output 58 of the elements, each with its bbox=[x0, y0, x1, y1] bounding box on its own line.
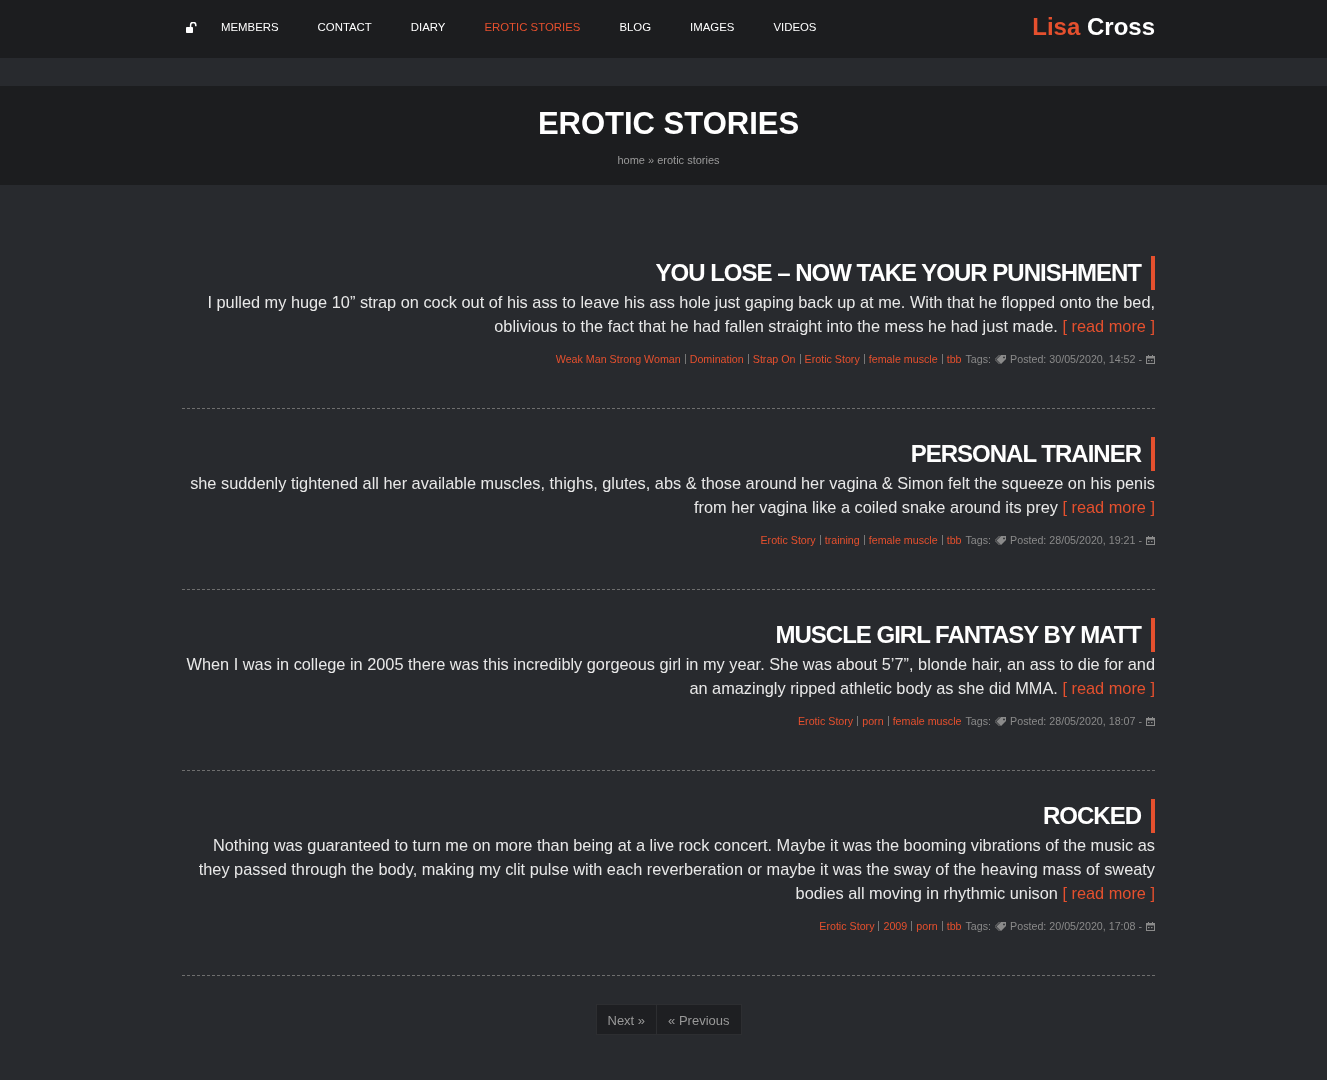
calendar-icon bbox=[1146, 921, 1155, 931]
post-date: Posted: 30/05/2020, 14:52 - bbox=[1010, 352, 1142, 366]
tag-link[interactable]: Erotic Story bbox=[804, 352, 860, 366]
page-title: EROTIC STORIES bbox=[537, 106, 800, 142]
nav-link[interactable]: BLOG bbox=[619, 19, 652, 35]
post-excerpt: I pulled my huge 10” strap on cock out of his ass to leave his ass hole just gaping back up at me. With that he flopped onto the bed, oblivious to the fact that he had fallen straight into the mess he had just made. [ read more ] bbox=[206, 292, 1155, 337]
calendar-icon bbox=[1146, 354, 1155, 364]
post-title[interactable]: PERSONAL TRAINER bbox=[910, 437, 1155, 471]
nav-link[interactable]: EROTIC STORIES bbox=[484, 19, 581, 35]
tags-label: Tags: bbox=[965, 352, 992, 366]
post-date: Posted: 28/05/2020, 18:07 - bbox=[1010, 714, 1142, 728]
tag-link[interactable]: female muscle bbox=[892, 714, 962, 728]
tag-icon bbox=[995, 354, 1007, 364]
next-page-button[interactable]: Next » bbox=[595, 1004, 657, 1035]
tag-link[interactable]: Weak Man Strong Woman bbox=[555, 352, 681, 366]
tag-icon bbox=[995, 716, 1007, 726]
post-excerpt: Nothing was guaranteed to turn me on more than being at a live rock concert. Maybe it was the booming vibrations of the music as they passed through the body, making my clit pulse with each reverberation or maybe it was the sway of the heaving mass of sweaty bodies all moving in rhythmic unison [ read more ] bbox=[197, 835, 1155, 904]
tag-link[interactable]: tbb bbox=[946, 352, 962, 366]
tags-label: Tags: bbox=[965, 919, 992, 933]
tag-link[interactable]: Erotic Story bbox=[798, 714, 854, 728]
tag-link[interactable]: tbb bbox=[946, 919, 962, 933]
breadcrumb: home » erotic stories bbox=[617, 153, 720, 167]
tag-link[interactable]: training bbox=[824, 533, 860, 547]
calendar-icon bbox=[1146, 535, 1155, 545]
tag-link[interactable]: Strap On bbox=[752, 352, 796, 366]
tag-icon bbox=[995, 921, 1007, 931]
tag-link[interactable]: Erotic Story bbox=[760, 533, 816, 547]
tag-link[interactable]: Erotic Story bbox=[819, 919, 875, 933]
tags-label: Tags: bbox=[965, 714, 992, 728]
nav-link[interactable]: MEMBERS bbox=[221, 19, 279, 35]
tag-link[interactable]: tbb bbox=[946, 533, 962, 547]
tag-link[interactable]: female muscle bbox=[868, 352, 938, 366]
tag-link[interactable]: porn bbox=[862, 714, 884, 728]
calendar-icon bbox=[1146, 716, 1155, 726]
nav-link[interactable]: VIDEOS bbox=[773, 19, 817, 35]
post-excerpt: she suddenly tightened all her available muscles, thighs, glutes, abs & those around her vagina & Simon felt the squeeze on his penis from her vagina like a coiled snake around its prey [ read more ] bbox=[189, 473, 1155, 518]
site-logo[interactable]: Lisa Cross bbox=[1032, 13, 1155, 41]
nav-link[interactable]: IMAGES bbox=[690, 19, 735, 35]
tag-link[interactable]: Domination bbox=[689, 352, 744, 366]
nav-link[interactable]: DIARY bbox=[410, 19, 446, 35]
post-date: Posted: 28/05/2020, 19:21 - bbox=[1010, 533, 1142, 547]
post-date: Posted: 20/05/2020, 17:08 - bbox=[1010, 919, 1142, 933]
nav-link[interactable]: CONTACT bbox=[317, 19, 372, 35]
tags-label: Tags: bbox=[965, 533, 992, 547]
tag-link[interactable]: 2009 bbox=[883, 919, 908, 933]
read-more-link[interactable]: [ read more ] bbox=[1062, 317, 1155, 335]
previous-page-button[interactable]: « Previous bbox=[656, 1004, 742, 1035]
post-title[interactable]: YOU LOSE – NOW TAKE YOUR PUNISHMENT bbox=[655, 256, 1155, 290]
tag-link[interactable]: female muscle bbox=[868, 533, 938, 547]
unlocked-padlock-icon[interactable] bbox=[186, 21, 197, 33]
post-excerpt: When I was in college in 2005 there was this incredibly gorgeous girl in my year. She was about 5’7”, blonde hair, an ass to die for and an amazingly ripped athletic body as she did MMA. [ read more ] bbox=[185, 654, 1155, 699]
read-more-link[interactable]: [ read more ] bbox=[1062, 498, 1155, 516]
read-more-link[interactable]: [ read more ] bbox=[1062, 679, 1155, 697]
post-title[interactable]: ROCKED bbox=[1043, 799, 1155, 833]
tag-link[interactable]: porn bbox=[916, 919, 938, 933]
read-more-link[interactable]: [ read more ] bbox=[1062, 884, 1155, 902]
tag-icon bbox=[995, 535, 1007, 545]
post-title[interactable]: MUSCLE GIRL FANTASY BY MATT bbox=[775, 618, 1155, 652]
